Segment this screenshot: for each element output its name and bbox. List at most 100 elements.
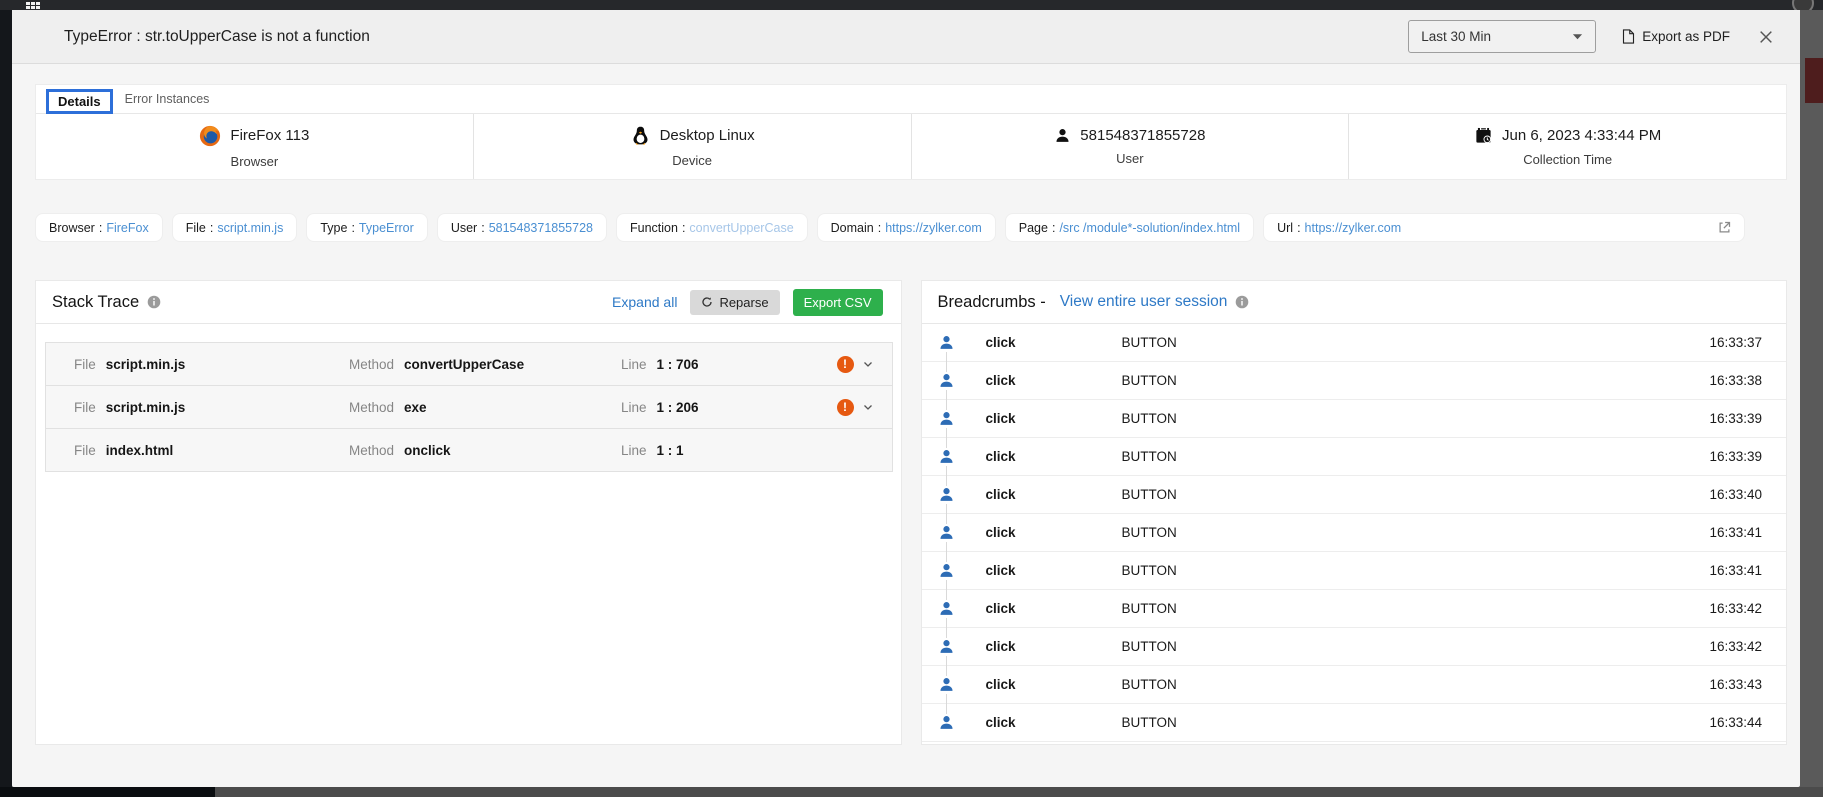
error-badge-icon: ! <box>837 356 854 373</box>
view-session-link[interactable]: View entire user session <box>1060 293 1228 311</box>
chip-value[interactable]: TypeError <box>359 221 414 235</box>
stack-frame-row[interactable]: Fileindex.html Methodonclick Line1 : 1 <box>45 428 893 472</box>
reparse-label: Reparse <box>719 295 768 310</box>
event-action: click <box>986 563 1122 578</box>
event-action: click <box>986 373 1122 388</box>
background-strip-right <box>1800 10 1823 787</box>
user-icon <box>1054 127 1071 144</box>
close-icon[interactable] <box>1756 27 1776 47</box>
background-strip-left <box>0 10 12 787</box>
chip-value[interactable]: script.min.js <box>217 221 283 235</box>
breadcrumb-event-row[interactable]: click BUTTON 16:33:39 <box>922 400 1787 438</box>
stack-trace-header: Stack Trace Expand all Reparse <box>36 281 901 324</box>
summary-user: 581548371855728 User <box>912 114 1350 179</box>
breadcrumb-event-row[interactable]: click BUTTON 16:33:42 <box>922 590 1787 628</box>
chip-value[interactable]: /src /module*-solution/index.html <box>1059 221 1240 235</box>
frame-method: onclick <box>404 443 451 458</box>
user-icon <box>938 372 986 389</box>
frame-line: 1 : 1 <box>657 443 684 458</box>
event-time: 16:33:39 <box>1709 449 1762 464</box>
file-label: File <box>74 400 96 415</box>
user-icon <box>938 600 986 617</box>
reparse-button[interactable]: Reparse <box>690 290 779 315</box>
stack-frames-list: Filescript.min.js MethodconvertUpperCase… <box>36 324 901 472</box>
breadcrumb-event-row[interactable]: click BUTTON 16:33:41 <box>922 552 1787 590</box>
export-pdf-button[interactable]: Export as PDF <box>1622 29 1730 44</box>
user-icon <box>938 486 986 503</box>
modal-body: Details Error Instances FireFox 113 Brow… <box>12 64 1800 787</box>
stack-trace-panel: Stack Trace Expand all Reparse <box>35 280 902 745</box>
chip-label: User <box>451 221 477 235</box>
user-icon <box>938 676 986 693</box>
line-label: Line <box>621 400 647 415</box>
error-title: TypeError : str.toUpperCase is not a fun… <box>64 28 370 46</box>
event-target: BUTTON <box>1122 639 1710 654</box>
event-time: 16:33:37 <box>1709 335 1762 350</box>
tab-error-instances[interactable]: Error Instances <box>113 90 222 108</box>
stack-frame-row[interactable]: Filescript.min.js MethodconvertUpperCase… <box>45 342 893 386</box>
event-time: 16:33:41 <box>1709 525 1762 540</box>
breadcrumb-event-row[interactable]: click BUTTON 16:33:44 <box>922 704 1787 742</box>
method-label: Method <box>349 443 394 458</box>
breadcrumb-event-row[interactable]: click BUTTON 16:33:43 <box>922 666 1787 704</box>
file-label: File <box>74 357 96 372</box>
breadcrumb-event-row[interactable]: click BUTTON 16:33:40 <box>922 476 1787 514</box>
background-avatar <box>1792 0 1814 10</box>
event-action: click <box>986 601 1122 616</box>
tab-details[interactable]: Details <box>46 89 113 114</box>
stack-frame-row[interactable]: Filescript.min.js Methodexe Line1 : 206 … <box>45 385 893 429</box>
time-range-value: Last 30 Min <box>1421 29 1491 44</box>
chip-value[interactable]: FireFox <box>106 221 148 235</box>
chevron-down-icon[interactable] <box>862 358 874 370</box>
chip-value[interactable]: https://zylker.com <box>1305 221 1402 235</box>
chip-label: Domain <box>831 221 874 235</box>
method-label: Method <box>349 357 394 372</box>
chip-label: Type <box>320 221 347 235</box>
event-action: click <box>986 487 1122 502</box>
breadcrumb-event-row[interactable]: click BUTTON 16:33:39 <box>922 438 1787 476</box>
chip-label: File <box>186 221 206 235</box>
info-icon[interactable] <box>1235 295 1249 309</box>
chip-value[interactable]: convertUpperCase <box>689 221 793 235</box>
info-icon[interactable] <box>147 295 161 309</box>
breadcrumbs-panel: Breadcrumbs - View entire user session c… <box>921 280 1788 745</box>
event-action: click <box>986 677 1122 692</box>
external-link-icon[interactable] <box>1717 220 1732 235</box>
modal-header: TypeError : str.toUpperCase is not a fun… <box>12 10 1800 64</box>
chip-file: File : script.min.js <box>172 213 298 242</box>
chip-label: Page <box>1019 221 1048 235</box>
chip-value[interactable]: 581548371855728 <box>489 221 593 235</box>
expand-all-link[interactable]: Expand all <box>612 294 677 310</box>
event-target: BUTTON <box>1122 601 1710 616</box>
stack-trace-title: Stack Trace <box>52 293 139 312</box>
frame-line: 1 : 706 <box>657 357 699 372</box>
summary-value: Desktop Linux <box>660 127 755 144</box>
summary-label: Device <box>672 153 712 168</box>
event-target: BUTTON <box>1122 525 1710 540</box>
summary-browser: FireFox 113 Browser <box>36 114 474 179</box>
event-time: 16:33:39 <box>1709 411 1762 426</box>
user-icon <box>938 448 986 465</box>
user-icon <box>938 714 986 731</box>
chip-label: Browser <box>49 221 95 235</box>
chip-function: Function : convertUpperCase <box>616 213 808 242</box>
chevron-down-icon[interactable] <box>862 401 874 413</box>
line-label: Line <box>621 443 647 458</box>
event-time: 16:33:38 <box>1709 373 1762 388</box>
time-range-dropdown[interactable]: Last 30 Min <box>1408 20 1596 53</box>
firefox-icon <box>199 125 221 147</box>
background-app-bar <box>0 0 1823 10</box>
pdf-document-icon <box>1622 29 1635 44</box>
details-card: Details Error Instances FireFox 113 Brow… <box>35 84 1787 180</box>
error-detail-modal: TypeError : str.toUpperCase is not a fun… <box>12 10 1800 787</box>
breadcrumb-event-row[interactable]: click BUTTON 16:33:38 <box>922 362 1787 400</box>
chip-value[interactable]: https://zylker.com <box>885 221 982 235</box>
breadcrumb-event-row[interactable]: click BUTTON 16:33:37 <box>922 324 1787 362</box>
breadcrumb-event-row[interactable]: click BUTTON 16:33:42 <box>922 628 1787 666</box>
event-target: BUTTON <box>1122 335 1710 350</box>
summary-value: 581548371855728 <box>1080 127 1205 144</box>
event-time: 16:33:42 <box>1709 601 1762 616</box>
export-csv-button[interactable]: Export CSV <box>793 289 883 316</box>
breadcrumb-event-row[interactable]: click BUTTON 16:33:41 <box>922 514 1787 552</box>
event-time: 16:33:43 <box>1709 677 1762 692</box>
